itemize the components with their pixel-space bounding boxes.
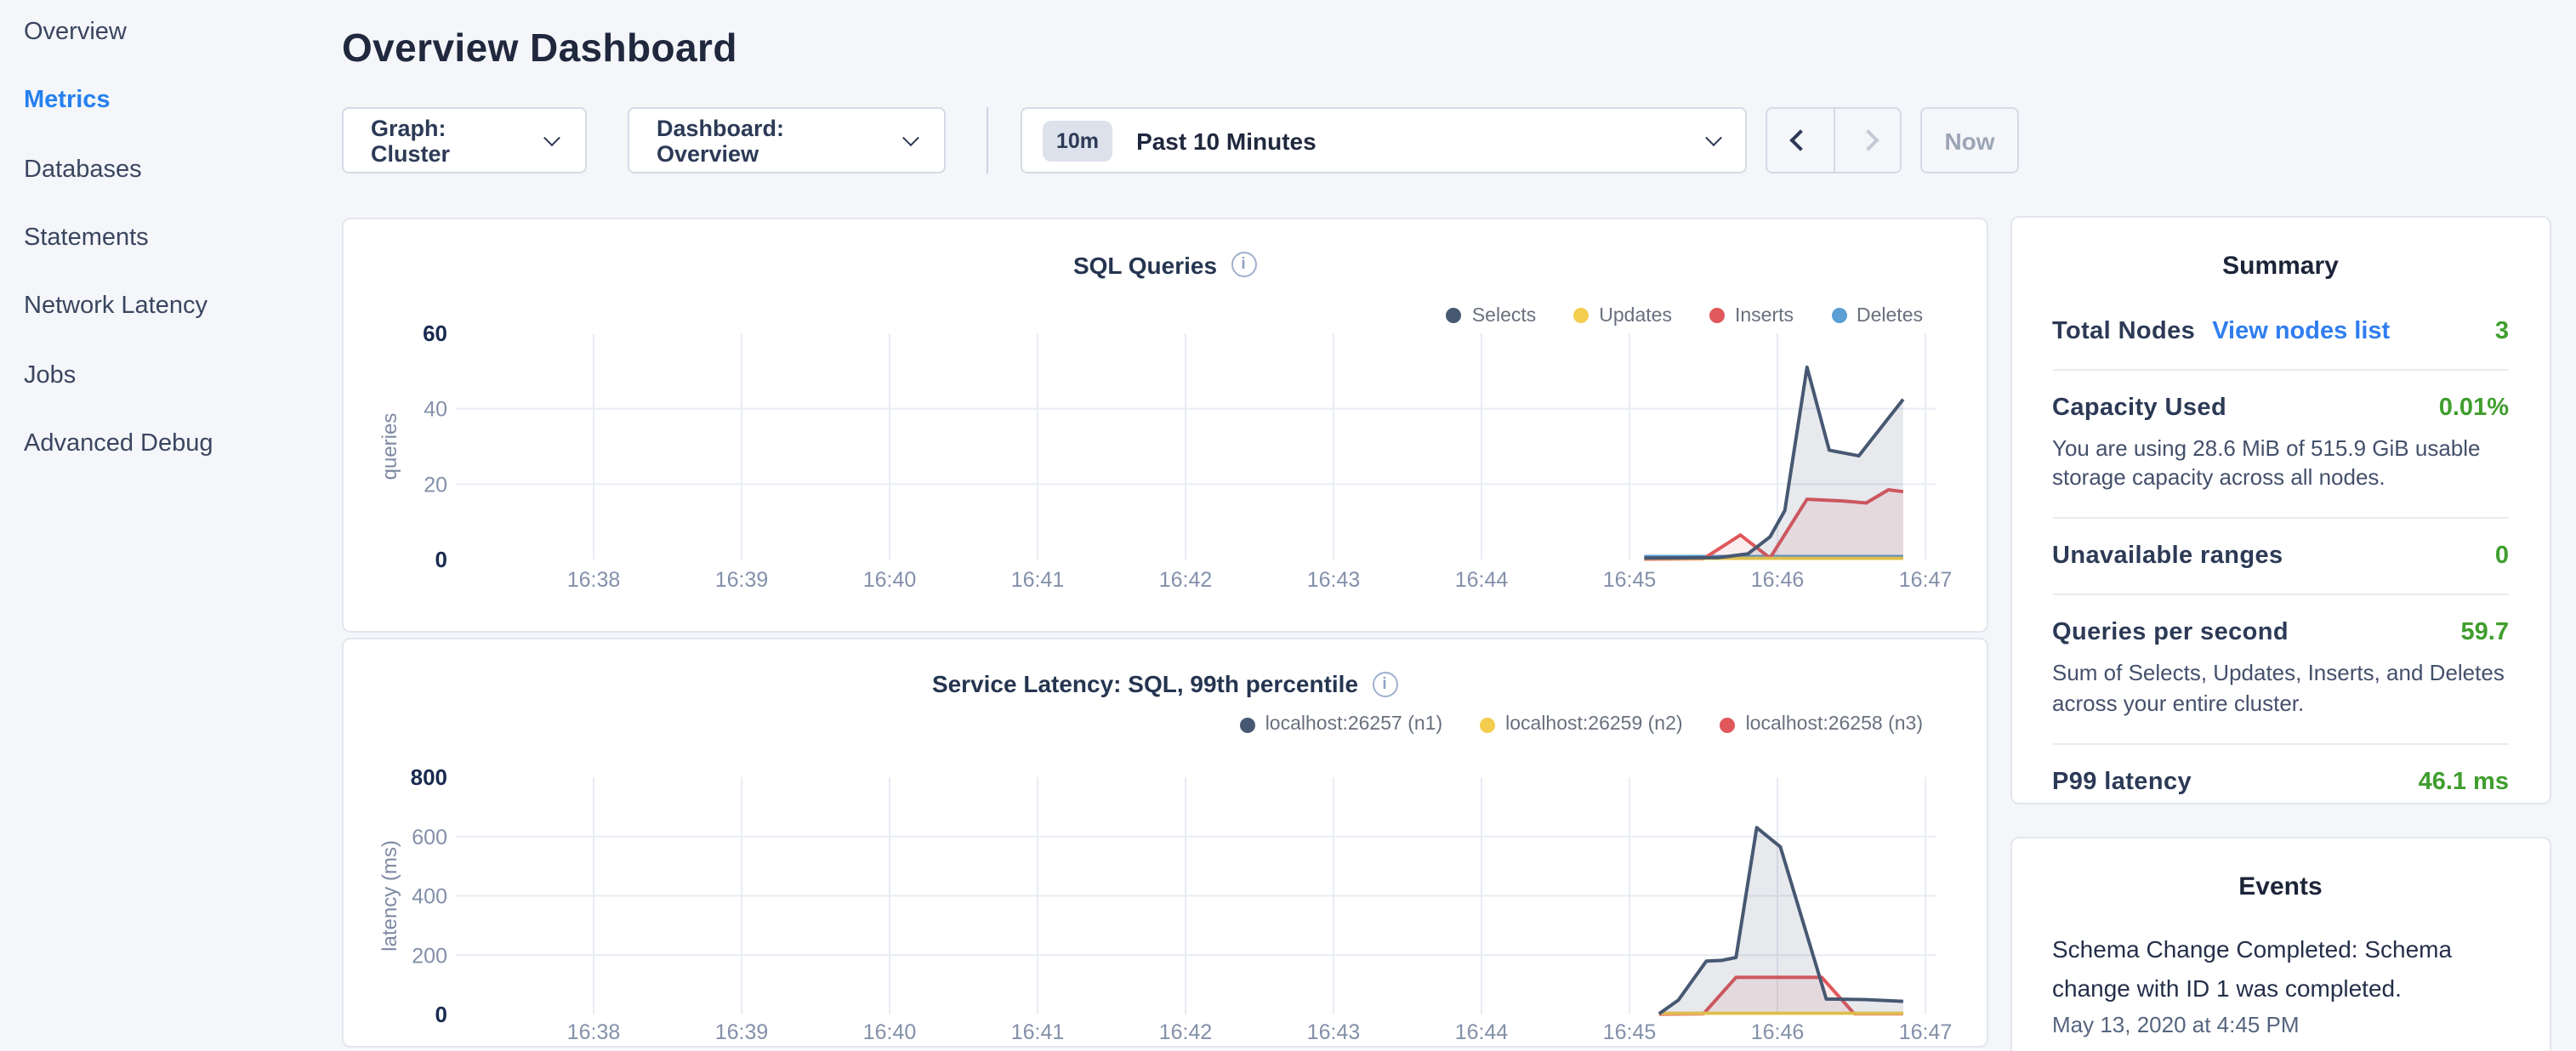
svg-text:16:42: 16:42 [1159, 567, 1213, 591]
capacity-used-row: Capacity Used 0.01% [2052, 394, 2509, 421]
svg-text:800: 800 [411, 764, 447, 790]
sidebar-item-overview[interactable]: Overview [24, 19, 127, 46]
dashboard-dropdown[interactable]: Dashboard: Overview [628, 107, 946, 173]
svg-text:16:47: 16:47 [1899, 567, 1953, 591]
svg-text:16:39: 16:39 [715, 1020, 769, 1044]
graph-dropdown[interactable]: Graph: Cluster [342, 107, 587, 173]
svg-text:16:38: 16:38 [567, 567, 621, 591]
chart-canvas: 16:38 16:39 16:40 16:41 16:42 16:43 16:44 16:45… [344, 219, 1989, 634]
divider [2052, 368, 2509, 370]
total-nodes-label: Total Nodes [2052, 317, 2195, 344]
events-panel: Events Schema Change Completed: Schema c… [2010, 837, 2551, 1051]
svg-text:16:45: 16:45 [1603, 1020, 1657, 1044]
svg-text:400: 400 [412, 885, 447, 909]
toolbar-divider [987, 107, 988, 173]
p99-latency-value: 46.1 ms [2419, 770, 2509, 797]
prev-time-button[interactable] [1767, 109, 1834, 172]
queries-per-second-value: 59.7 [2461, 620, 2509, 647]
chevron-down-icon [1705, 129, 1722, 146]
capacity-used-subtext: You are using 28.6 MiB of 515.9 GiB usab… [2052, 433, 2509, 494]
svg-text:16:44: 16:44 [1455, 567, 1509, 591]
unavailable-ranges-label: Unavailable ranges [2052, 543, 2283, 571]
event-item-timestamp: May 13, 2020 at 4:45 PM [2052, 1013, 2509, 1038]
total-nodes-row: Total Nodes View nodes list 3 [2052, 317, 2509, 344]
dashboard-dropdown-label: Dashboard: Overview [657, 115, 888, 166]
service-latency-chart-card: Service Latency: SQL, 99th percentile i … [342, 638, 1987, 1047]
svg-text:16:42: 16:42 [1159, 1020, 1213, 1044]
svg-text:16:46: 16:46 [1751, 567, 1805, 591]
queries-per-second-row: Queries per second 59.7 [2052, 620, 2509, 647]
chevron-left-icon [1789, 129, 1811, 151]
queries-per-second-label: Queries per second [2052, 620, 2289, 647]
p99-latency-label: P99 latency [2052, 770, 2192, 797]
svg-text:16:38: 16:38 [567, 1020, 621, 1044]
graph-dropdown-label: Graph: Cluster [371, 115, 529, 166]
svg-text:600: 600 [412, 826, 447, 849]
events-title: Events [2052, 872, 2509, 901]
total-nodes-value: 3 [2495, 317, 2509, 344]
sql-queries-chart-card: SQL Queries i SelectsUpdatesInsertsDelet… [342, 217, 1987, 633]
divider [2052, 744, 2509, 746]
summary-panel: Summary Total Nodes View nodes list 3 Ca… [2010, 215, 2551, 804]
time-pager [1766, 107, 1902, 173]
svg-text:16:39: 16:39 [715, 567, 769, 591]
page-title: Overview Dashboard [342, 26, 737, 71]
sidebar-item-jobs[interactable]: Jobs [24, 361, 76, 389]
view-nodes-list-link[interactable]: View nodes list [2212, 317, 2390, 344]
chevron-down-icon [543, 129, 560, 146]
svg-text:16:44: 16:44 [1455, 1020, 1509, 1044]
event-item-text[interactable]: Schema Change Completed: Schema change w… [2052, 930, 2509, 1008]
svg-text:16:45: 16:45 [1603, 567, 1657, 591]
time-window-select[interactable]: 10m Past 10 Minutes [1021, 107, 1747, 173]
chart-canvas: 16:38 16:39 16:40 16:41 16:42 16:43 16:44 16:45… [344, 639, 1989, 1048]
svg-text:queries: queries [378, 412, 401, 480]
unavailable-ranges-row: Unavailable ranges 0 [2052, 543, 2509, 571]
svg-text:60: 60 [423, 320, 447, 345]
svg-text:16:43: 16:43 [1307, 567, 1361, 591]
sidebar-item-metrics[interactable]: Metrics [24, 87, 111, 114]
divider [2052, 518, 2509, 520]
queries-per-second-subtext: Sum of Selects, Updates, Inserts, and De… [2052, 659, 2509, 720]
svg-text:16:40: 16:40 [863, 1020, 917, 1044]
chevron-down-icon [902, 129, 919, 146]
svg-text:16:40: 16:40 [863, 567, 917, 591]
svg-text:16:46: 16:46 [1751, 1020, 1805, 1044]
svg-text:20: 20 [424, 472, 447, 496]
divider [2052, 594, 2509, 596]
svg-text:16:47: 16:47 [1899, 1020, 1953, 1044]
svg-text:200: 200 [412, 944, 447, 968]
next-time-button[interactable] [1834, 109, 1900, 172]
page-root: Overview Metrics Databases Statements Ne… [0, 0, 2576, 1051]
svg-text:0: 0 [435, 546, 447, 571]
now-button[interactable]: Now [1920, 107, 2019, 173]
svg-text:16:43: 16:43 [1307, 1020, 1361, 1044]
capacity-used-label: Capacity Used [2052, 394, 2226, 421]
sidebar-item-databases[interactable]: Databases [24, 156, 142, 183]
chevron-right-icon [1857, 129, 1878, 151]
time-window-badge: 10m [1043, 120, 1112, 161]
sidebar-item-statements[interactable]: Statements [24, 224, 149, 252]
sidebar-item-network-latency[interactable]: Network Latency [24, 293, 208, 320]
p99-latency-row: P99 latency 46.1 ms [2052, 770, 2509, 797]
time-window-label: Past 10 Minutes [1136, 127, 1708, 154]
toolbar: Graph: Cluster Dashboard: Overview 10m P… [342, 107, 2019, 173]
sidebar-item-advanced-debug[interactable]: Advanced Debug [24, 430, 213, 457]
svg-text:16:41: 16:41 [1011, 567, 1065, 591]
summary-title: Summary [2052, 251, 2509, 280]
svg-text:0: 0 [435, 1002, 447, 1027]
sidebar-nav: Overview Metrics Databases Statements Ne… [0, 0, 316, 1051]
svg-text:16:41: 16:41 [1011, 1020, 1065, 1044]
unavailable-ranges-value: 0 [2495, 543, 2509, 571]
svg-text:latency (ms): latency (ms) [378, 840, 401, 952]
svg-text:40: 40 [424, 397, 447, 421]
capacity-used-value: 0.01% [2439, 394, 2509, 421]
